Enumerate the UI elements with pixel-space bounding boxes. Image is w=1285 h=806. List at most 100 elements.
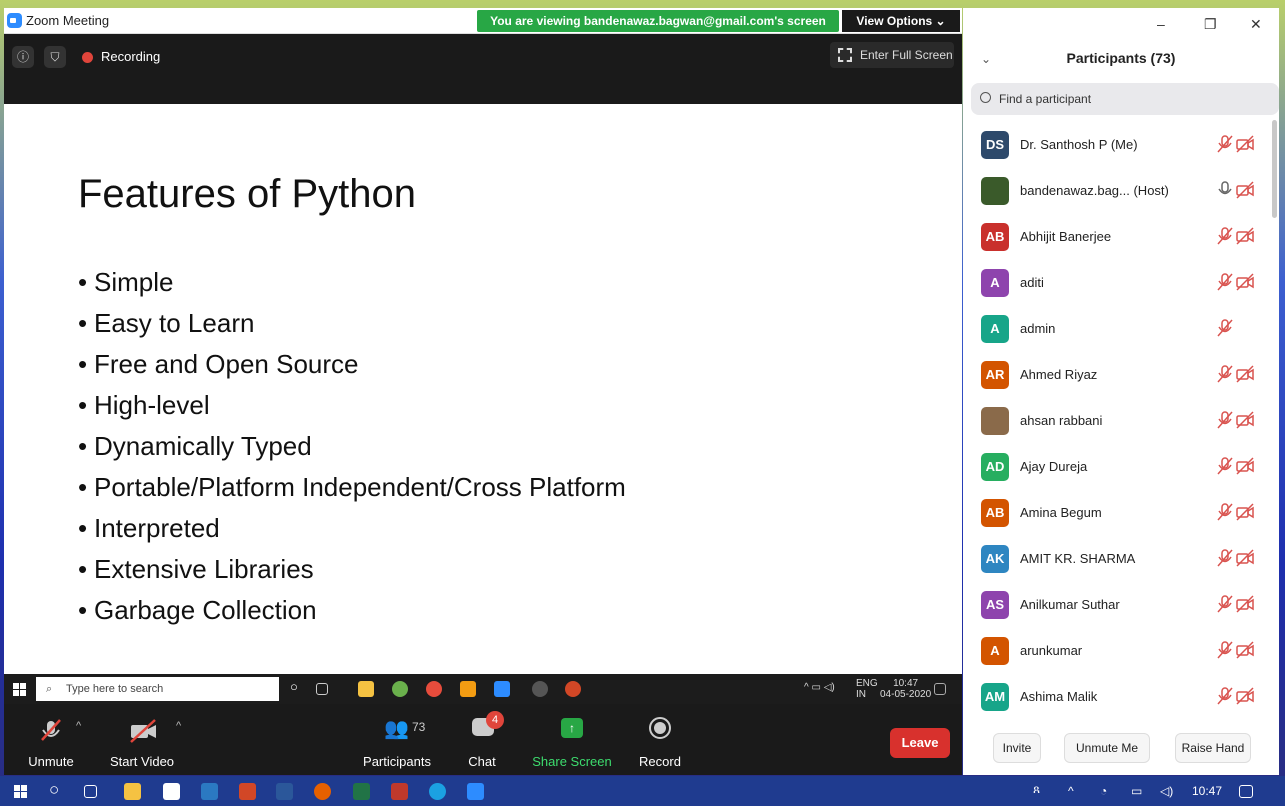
muted-mic-icon[interactable]	[1216, 134, 1234, 154]
invite-button[interactable]: Invite	[993, 733, 1041, 763]
shared-clock: 10:47 04-05-2020	[880, 678, 932, 700]
avatar: AB	[981, 223, 1009, 251]
video-off-icon[interactable]	[1235, 180, 1255, 200]
recording-label: Recording	[101, 49, 161, 64]
network-icon[interactable]: ◔	[1100, 784, 1107, 798]
muted-mic-icon[interactable]	[1216, 548, 1234, 568]
participant-row[interactable]: bandenawaz.bag... (Host)	[963, 168, 1269, 214]
app-icon[interactable]	[391, 783, 408, 800]
volume-icon[interactable]: ◁)	[1160, 784, 1173, 798]
participant-row[interactable]: AR Ahmed Riyaz	[963, 352, 1269, 398]
view-options-button[interactable]: View Options ⌄	[842, 10, 960, 32]
participant-row[interactable]: ahsan rabbani	[963, 398, 1269, 444]
participant-name: admin	[1020, 321, 1056, 336]
shield-icon[interactable]: ⛉	[44, 46, 66, 68]
participant-row[interactable]: AM Ashima Malik	[963, 674, 1269, 720]
avatar	[981, 407, 1009, 435]
participants-button[interactable]: 👥 73 Participants	[362, 704, 432, 775]
muted-mic-icon[interactable]	[1216, 410, 1234, 430]
chat-label: Chat	[468, 754, 496, 769]
video-off-icon[interactable]	[1235, 226, 1255, 246]
close-button[interactable]: ✕	[1250, 16, 1262, 33]
video-off-icon[interactable]	[1235, 594, 1255, 614]
powerpoint-icon[interactable]	[239, 783, 256, 800]
muted-mic-icon[interactable]	[1216, 640, 1234, 660]
muted-mic-icon[interactable]	[1216, 226, 1234, 246]
muted-mic-icon[interactable]	[1216, 272, 1234, 292]
cortana-icon[interactable]: ○	[49, 780, 59, 800]
video-off-icon[interactable]	[1235, 364, 1255, 384]
show-hidden-icons-icon[interactable]: ^	[1068, 784, 1074, 798]
outlook-icon[interactable]	[201, 783, 218, 800]
video-off-icon[interactable]	[1235, 548, 1255, 568]
info-icon[interactable]: ⓘ	[12, 46, 34, 68]
video-off-icon[interactable]	[1235, 272, 1255, 292]
share-screen-button[interactable]: ↑ Share Screen	[532, 704, 612, 775]
taskbar-clock[interactable]: 10:47	[1192, 784, 1222, 798]
participants-title: Participants (73)	[1066, 50, 1176, 66]
participant-row[interactable]: AS Anilkumar Suthar	[963, 582, 1269, 628]
firefox-icon[interactable]	[314, 783, 331, 800]
video-options-chevron-icon[interactable]: ^	[176, 720, 181, 732]
video-off-icon[interactable]	[1235, 640, 1255, 660]
language-indicator: ENG IN	[856, 678, 878, 700]
participant-row[interactable]: AD Ajay Dureja	[963, 444, 1269, 490]
action-center-icon[interactable]	[1239, 785, 1253, 798]
search-icon	[980, 92, 991, 103]
file-explorer-icon[interactable]	[124, 783, 141, 800]
bullet-item: Garbage Collection	[78, 590, 626, 631]
muted-mic-icon[interactable]	[1216, 364, 1234, 384]
muted-mic-icon[interactable]	[1216, 686, 1234, 706]
participant-row[interactable]: AK AMIT KR. SHARMA	[963, 536, 1269, 582]
bullet-item: Extensive Libraries	[78, 549, 626, 590]
raise-hand-button[interactable]: Raise Hand	[1175, 733, 1251, 763]
leave-button[interactable]: Leave	[890, 728, 950, 758]
participant-row[interactable]: DS Dr. Santhosh P (Me)	[963, 122, 1269, 168]
excel-icon[interactable]	[353, 783, 370, 800]
video-off-icon[interactable]	[1235, 686, 1255, 706]
bullet-item: Portable/Platform Independent/Cross Plat…	[78, 467, 626, 508]
viewing-screen-banner: You are viewing bandenawaz.bagwan@gmail.…	[477, 10, 839, 32]
start-video-button[interactable]: ^ Start Video	[102, 704, 182, 775]
unmute-button[interactable]: ^ Unmute	[16, 704, 86, 775]
participant-row[interactable]: Aaditi	[963, 260, 1269, 306]
avatar: AS	[981, 591, 1009, 619]
app-icon[interactable]	[429, 783, 446, 800]
unmute-me-button[interactable]: Unmute Me	[1064, 733, 1150, 763]
battery-icon[interactable]: ▭	[1131, 784, 1142, 798]
restore-button[interactable]: ❐	[1204, 16, 1217, 33]
record-dot	[654, 722, 666, 734]
chat-badge: 4	[486, 711, 504, 729]
participant-row[interactable]: Aarunkumar	[963, 628, 1269, 674]
video-off-icon[interactable]	[1235, 456, 1255, 476]
participant-name: Abhijit Banerjee	[1020, 229, 1112, 244]
video-off-icon[interactable]	[1235, 502, 1255, 522]
task-view-icon[interactable]	[84, 785, 97, 798]
meeting-top-controls: ⓘ ⛉ Recording Enter Full Screen	[4, 34, 962, 104]
people-icon[interactable]: ጸ	[1033, 782, 1040, 797]
video-off-icon[interactable]	[1235, 134, 1255, 154]
windows-start-icon[interactable]	[14, 785, 27, 798]
muted-mic-icon[interactable]	[1216, 594, 1234, 614]
zoom-taskbar-icon	[494, 681, 510, 697]
participant-row[interactable]: AB Abhijit Banerjee	[963, 214, 1269, 260]
audio-options-chevron-icon[interactable]: ^	[76, 720, 81, 732]
word-icon[interactable]	[276, 783, 293, 800]
muted-mic-icon[interactable]	[1216, 318, 1234, 338]
mic-icon[interactable]	[1216, 180, 1234, 200]
find-participant-input[interactable]: Find a participant	[971, 83, 1279, 115]
minimize-button[interactable]: –	[1157, 16, 1165, 32]
muted-mic-icon[interactable]	[1216, 502, 1234, 522]
tray-icons: ^ ▭ ◁)	[804, 682, 835, 693]
chat-button[interactable]: 4 Chat	[454, 704, 510, 775]
video-off-icon[interactable]	[1235, 410, 1255, 430]
record-button[interactable]: Record	[632, 704, 688, 775]
enter-full-screen-button[interactable]: Enter Full Screen	[830, 42, 954, 68]
zoom-taskbar-icon[interactable]	[467, 783, 484, 800]
participant-row[interactable]: AB Amina Begum	[963, 490, 1269, 536]
participant-row[interactable]: Aadmin	[963, 306, 1269, 352]
participants-scrollbar[interactable]	[1272, 120, 1277, 218]
muted-mic-icon[interactable]	[1216, 456, 1234, 476]
store-icon[interactable]	[163, 783, 180, 800]
avatar: AD	[981, 453, 1009, 481]
